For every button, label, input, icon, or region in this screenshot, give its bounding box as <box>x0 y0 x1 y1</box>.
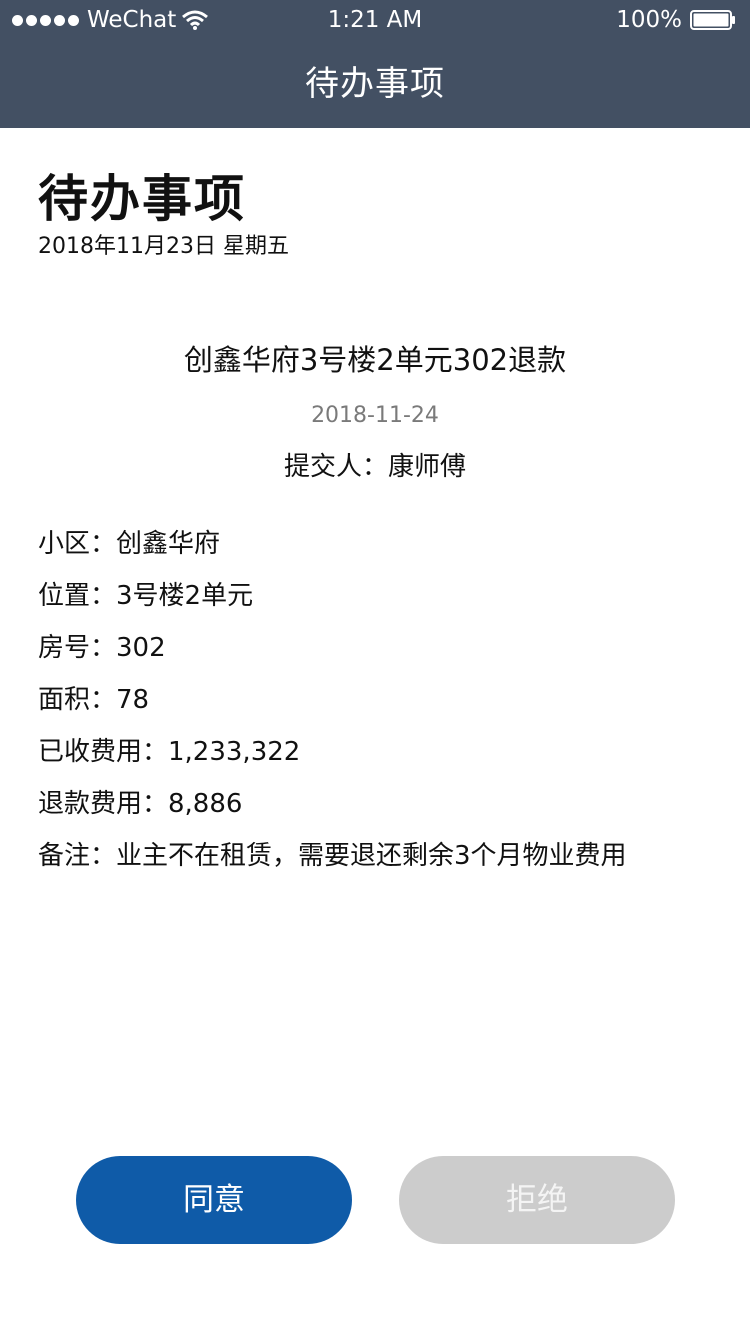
item-title: 创鑫华府3号楼2单元302退款 <box>183 343 567 377</box>
detail-list: 小区：创鑫华府 位置：3号楼2单元 房号：302 面积：78 已收费用：1,23… <box>38 524 718 888</box>
battery-icon <box>690 10 735 30</box>
nav-title: 待办事项 <box>305 64 445 104</box>
status-right: 100% <box>616 0 736 40</box>
page-date: 2018年11月23日 星期五 <box>38 234 289 259</box>
detail-refund-amount: 退款费用：8,886 <box>38 789 243 819</box>
detail-room-number: 房号：302 <box>38 633 166 663</box>
page-heading: 待办事项 <box>38 170 246 228</box>
status-bar: WeChat 1:21 AM 100% <box>0 0 750 40</box>
detail-remarks: 备注：业主不在租赁，需要退还剩余3个月物业费用 <box>38 841 627 871</box>
reject-button[interactable]: 拒绝 <box>399 1156 675 1244</box>
agree-button[interactable]: 同意 <box>76 1156 352 1244</box>
detail-area: 面积：78 <box>38 685 150 715</box>
battery-percent: 100% <box>616 7 682 33</box>
submitter-label: 提交人：康师傅 <box>283 452 466 482</box>
header: WeChat 1:21 AM 100% 待办事项 <box>0 0 750 128</box>
item-date: 2018-11-24 <box>311 403 439 428</box>
detail-fees-collected: 已收费用：1,233,322 <box>38 737 301 767</box>
detail-location: 位置：3号楼2单元 <box>38 581 254 611</box>
detail-community: 小区：创鑫华府 <box>38 529 221 559</box>
